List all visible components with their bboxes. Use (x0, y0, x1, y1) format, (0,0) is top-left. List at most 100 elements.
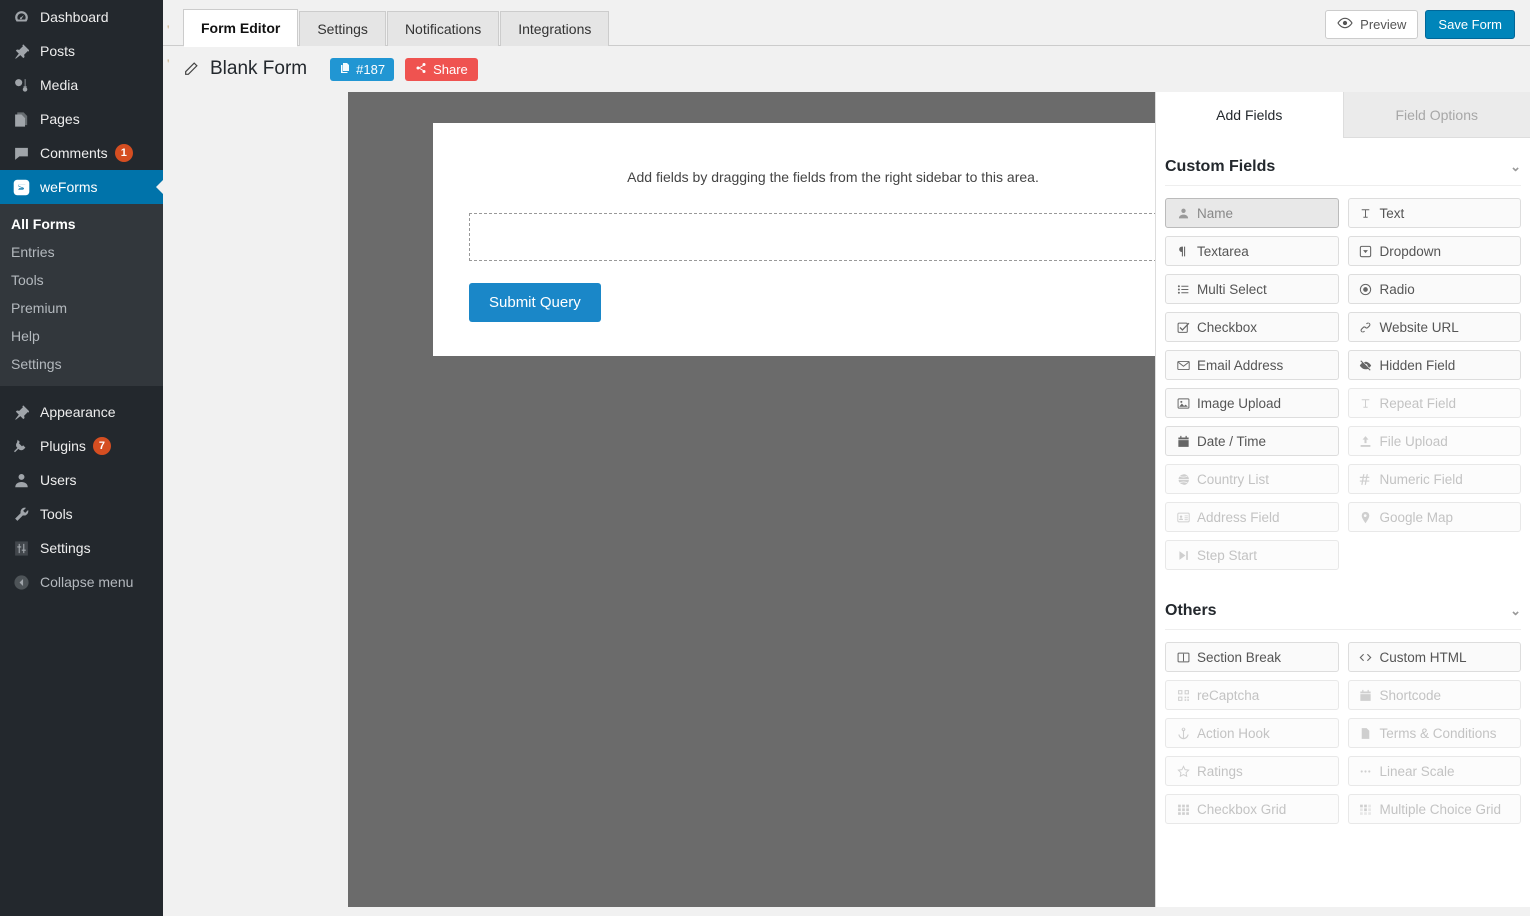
field-button-label: Google Map (1380, 510, 1454, 525)
menu-label: Settings (40, 541, 91, 555)
save-form-button[interactable]: Save Form (1425, 10, 1515, 39)
field-button-textarea[interactable]: Textarea (1165, 236, 1339, 266)
qrcode-icon (1176, 689, 1190, 702)
header-actions: Preview Save Form (1325, 10, 1530, 45)
submenu-item-all-forms[interactable]: All Forms (0, 210, 163, 238)
field-button-label: Address Field (1197, 510, 1280, 525)
section-title: Others (1165, 602, 1217, 620)
sidebar-item-weforms[interactable]: weForms (0, 170, 163, 204)
field-button-label: Shortcode (1380, 688, 1442, 703)
menu-label: Comments (40, 146, 108, 160)
submenu-item-help[interactable]: Help (0, 322, 163, 350)
section-header-others[interactable]: Others⌄ (1165, 596, 1521, 630)
sidebar-item-posts[interactable]: Posts (0, 34, 163, 68)
tab-list: Form EditorSettingsNotificationsIntegrat… (183, 8, 610, 45)
left-margin-artifact-2: ' (167, 56, 169, 72)
sidebar-item-collapse-menu[interactable]: Collapse menu (0, 565, 163, 599)
tab-notifications[interactable]: Notifications (387, 11, 499, 46)
submit-query-button[interactable]: Submit Query (469, 283, 601, 322)
field-button-label: Dropdown (1380, 244, 1442, 259)
submenu-item-tools[interactable]: Tools (0, 266, 163, 294)
field-button-section-break[interactable]: Section Break (1165, 642, 1339, 672)
field-button-custom-html[interactable]: Custom HTML (1348, 642, 1522, 672)
sidebar-item-users[interactable]: Users (0, 463, 163, 497)
section-header-custom-fields[interactable]: Custom Fields⌄ (1165, 152, 1521, 186)
field-button-image-upload[interactable]: Image Upload (1165, 388, 1339, 418)
field-button-hidden-field[interactable]: Hidden Field (1348, 350, 1522, 380)
sidebar-item-plugins[interactable]: Plugins7 (0, 429, 163, 463)
field-button-recaptcha: reCaptcha (1165, 680, 1339, 710)
menu-count-badge: 7 (93, 437, 111, 455)
field-button-email-address[interactable]: Email Address (1165, 350, 1339, 380)
field-button-country-list: Country List (1165, 464, 1339, 494)
field-button-label: Checkbox (1197, 320, 1257, 335)
field-button-dropdown[interactable]: Dropdown (1348, 236, 1522, 266)
share-button[interactable]: Share (405, 58, 478, 81)
panel-tab-add-fields[interactable]: Add Fields (1156, 92, 1343, 138)
calendar-icon (1359, 689, 1373, 702)
field-button-checkbox[interactable]: Checkbox (1165, 312, 1339, 342)
field-dropzone[interactable] (469, 213, 1155, 261)
field-button-label: Step Start (1197, 548, 1257, 563)
field-button-label: Country List (1197, 472, 1269, 487)
pin-icon (11, 41, 31, 61)
tab-form-editor[interactable]: Form Editor (183, 9, 298, 46)
field-button-text[interactable]: Text (1348, 198, 1522, 228)
person-icon (1176, 207, 1190, 220)
form-canvas[interactable]: Add fields by dragging the fields from t… (348, 92, 1155, 907)
field-button-label: Action Hook (1197, 726, 1270, 741)
admin-menu-bottom: AppearancePlugins7 Users Tools Settings Coll… (0, 395, 163, 599)
form-id-badge[interactable]: #187 (330, 58, 394, 81)
comment-icon (11, 143, 31, 163)
tab-settings[interactable]: Settings (299, 11, 386, 46)
field-button-label: File Upload (1380, 434, 1448, 449)
field-button-multi-select[interactable]: Multi Select (1165, 274, 1339, 304)
field-button-numeric-field: Numeric Field (1348, 464, 1522, 494)
field-button-label: Textarea (1197, 244, 1249, 259)
sidebar-item-pages[interactable]: Pages (0, 102, 163, 136)
sidebar-item-dashboard[interactable]: Dashboard (0, 0, 163, 34)
panel-tab-field-options[interactable]: Field Options (1343, 92, 1530, 138)
left-margin-artifact-1: ' (167, 22, 169, 38)
field-button-label: Name (1197, 206, 1233, 221)
user-icon (11, 470, 31, 490)
field-button-step-start: Step Start (1165, 540, 1339, 570)
step-forward-icon (1176, 549, 1190, 562)
sidebar-item-settings[interactable]: Settings (0, 531, 163, 565)
sidebar-item-appearance[interactable]: Appearance (0, 395, 163, 429)
sidebar-item-comments[interactable]: Comments1 (0, 136, 163, 170)
submenu-item-settings[interactable]: Settings (0, 350, 163, 378)
field-button-action-hook: Action Hook (1165, 718, 1339, 748)
field-button-terms-conditions: Terms & Conditions (1348, 718, 1522, 748)
sidebar-item-media[interactable]: Media (0, 68, 163, 102)
right-sidebar: Add FieldsField Options Custom Fields⌄ Na… (1155, 92, 1530, 907)
field-button-label: Radio (1380, 282, 1415, 297)
field-button-multiple-choice-grid: Multiple Choice Grid (1348, 794, 1522, 824)
caret-square-icon (1359, 245, 1373, 258)
weforms-submenu: All FormsEntriesToolsPremiumHelpSettings (0, 204, 163, 386)
preview-label: Preview (1360, 17, 1406, 32)
menu-label: Media (40, 78, 78, 92)
ellipsis-icon (1359, 765, 1373, 778)
submenu-item-premium[interactable]: Premium (0, 294, 163, 322)
admin-menu-top: DashboardPosts Media PagesComments1weForms (0, 0, 163, 204)
id-card-icon (1176, 511, 1190, 524)
menu-label: Users (40, 473, 77, 487)
field-button-label: Custom HTML (1380, 650, 1467, 665)
field-button-label: Checkbox Grid (1197, 802, 1286, 817)
field-button-label: Image Upload (1197, 396, 1281, 411)
map-pin-icon (1359, 511, 1373, 524)
sidebar-item-tools[interactable]: Tools (0, 497, 163, 531)
tab-integrations[interactable]: Integrations (500, 11, 609, 46)
field-button-repeat-field: Repeat Field (1348, 388, 1522, 418)
field-button-date-time[interactable]: Date / Time (1165, 426, 1339, 456)
pencil-icon[interactable] (183, 61, 199, 77)
submenu-item-entries[interactable]: Entries (0, 238, 163, 266)
field-button-label: Hidden Field (1380, 358, 1456, 373)
form-title-bar: ' Blank Form #187 Share (163, 46, 1530, 92)
field-button-website-url[interactable]: Website URL (1348, 312, 1522, 342)
admin-sidebar: DashboardPosts Media PagesComments1weForms… (0, 0, 163, 916)
field-button-name[interactable]: Name (1165, 198, 1339, 228)
preview-button[interactable]: Preview (1325, 10, 1418, 39)
field-button-radio[interactable]: Radio (1348, 274, 1522, 304)
